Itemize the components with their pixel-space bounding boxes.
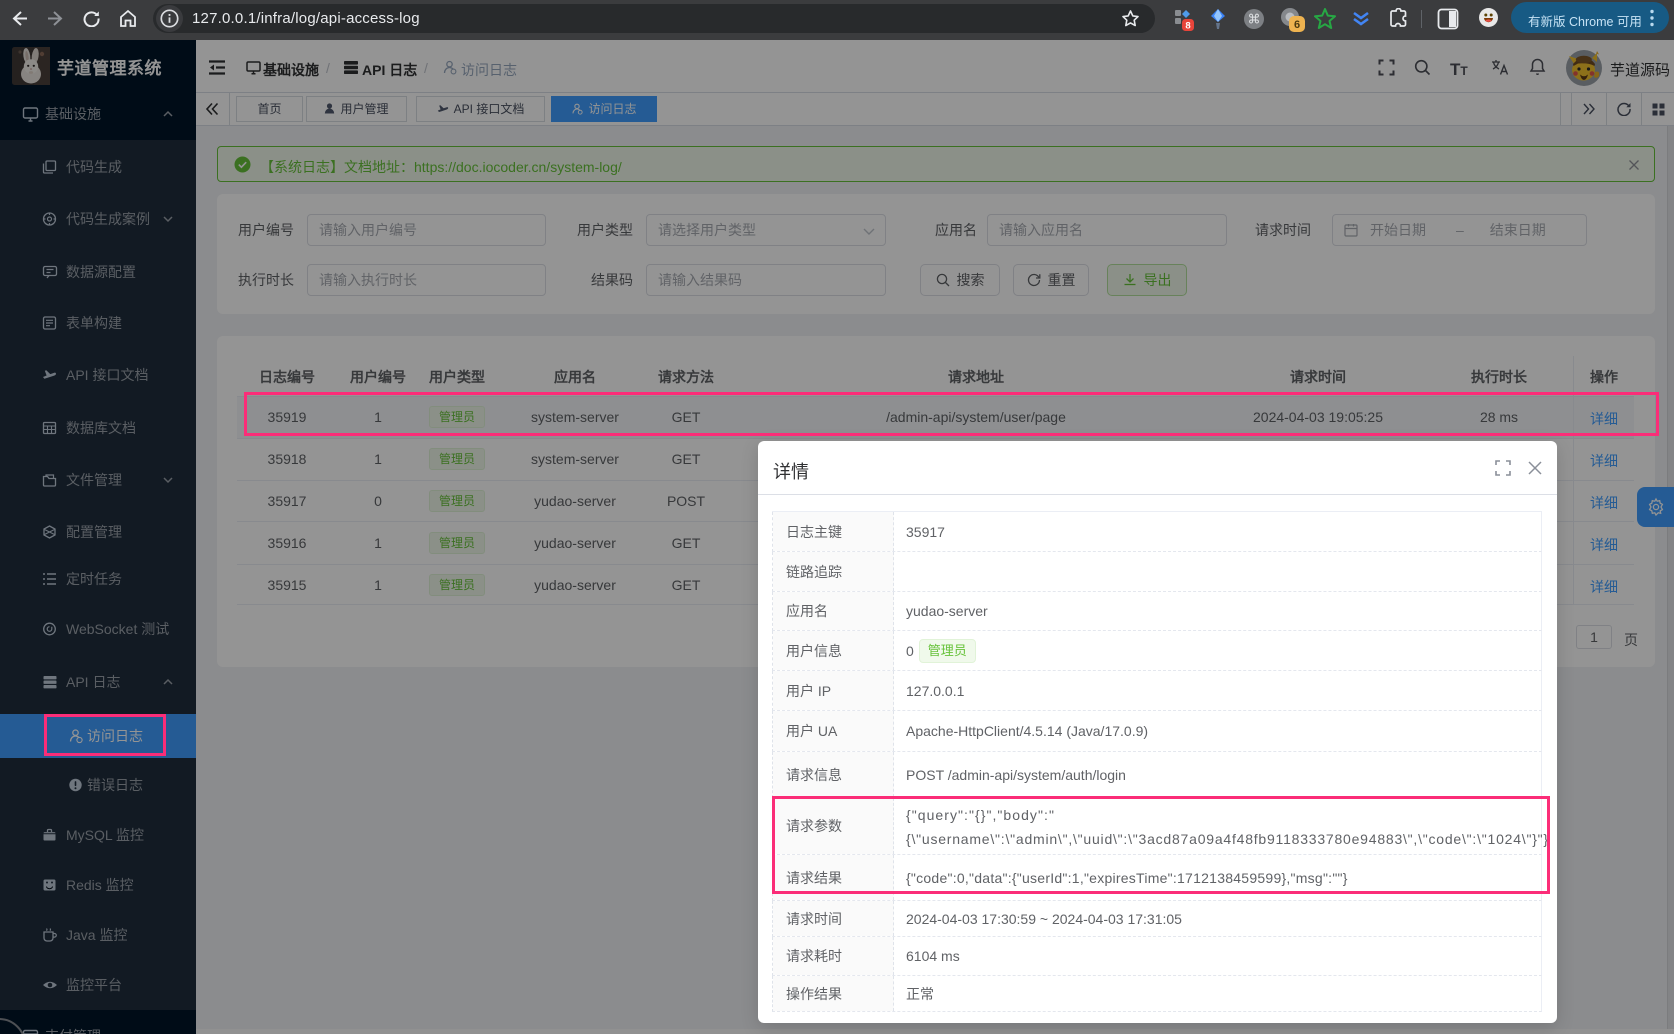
svg-text:⌘: ⌘ bbox=[1248, 12, 1261, 27]
svg-text:6: 6 bbox=[1294, 19, 1300, 31]
svg-text:8: 8 bbox=[1185, 20, 1190, 31]
